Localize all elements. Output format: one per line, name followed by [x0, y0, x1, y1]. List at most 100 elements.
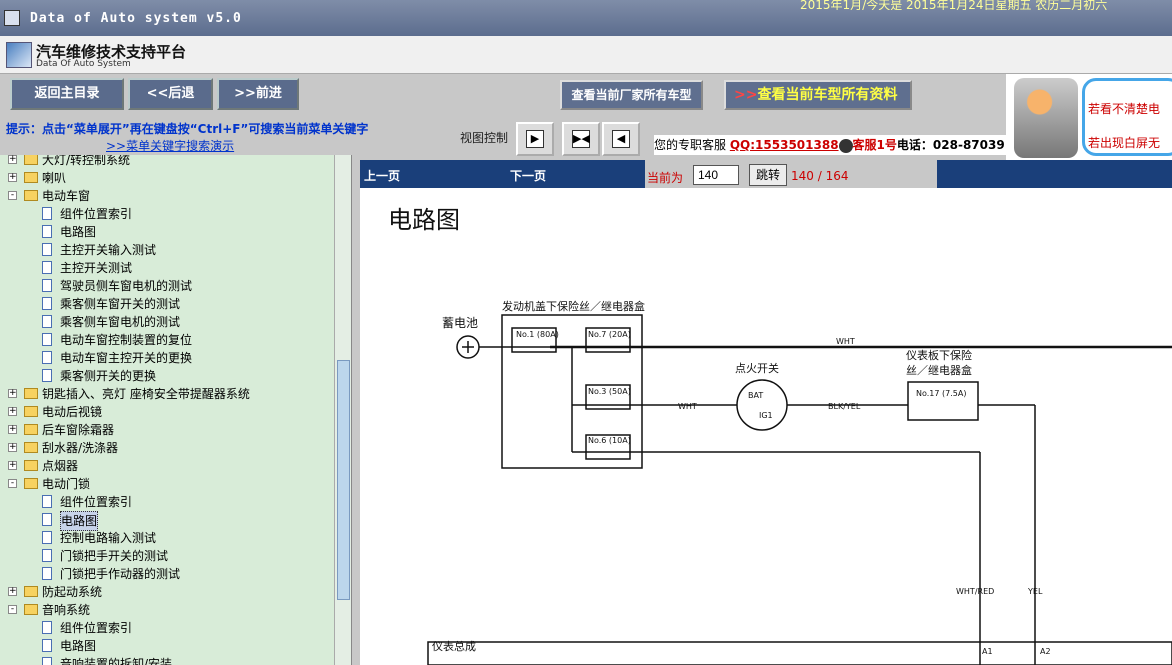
expand-icon[interactable]: + [8, 425, 17, 434]
instrument-cluster-outline [427, 641, 1172, 665]
tree-label: 电动门锁 [42, 477, 91, 491]
scroll-thumb[interactable] [337, 360, 350, 600]
page-icon [42, 225, 52, 238]
phone-label: 电话： [896, 138, 933, 152]
expand-icon[interactable]: + [8, 587, 17, 596]
tree-label: 电动车窗控制装置的复位 [60, 333, 193, 347]
fuse17-label: No.17 (7.5A) [916, 389, 966, 398]
page-icon [42, 297, 52, 310]
wire-wht-1: WHT [836, 337, 855, 346]
folder-icon [24, 406, 38, 417]
page-icon [42, 639, 52, 652]
service-prefix: 您的专职客服 [654, 138, 727, 152]
mascot-line-1: 若看不清楚电 [1088, 102, 1161, 116]
ig1-terminal: IG1 [759, 411, 773, 420]
tree-label: 大灯/转控制系统 [42, 155, 131, 167]
expand-icon[interactable]: + [8, 407, 17, 416]
dash-fuse-label-2: 丝／继电器盒 [906, 363, 972, 377]
folder-icon [24, 190, 38, 201]
view-expand-right-button[interactable]: ▶ [516, 122, 554, 156]
date-marquee: 2015年1月/今天是 2015年1月24日星期五 农历二月初六 [800, 0, 1108, 10]
page-icon [42, 495, 52, 508]
forward-button[interactable]: >>前进 [217, 78, 299, 110]
expand-icon[interactable]: + [8, 173, 17, 182]
page-icon [42, 333, 52, 346]
back-button[interactable]: <<后退 [128, 78, 213, 110]
page-icon [42, 207, 52, 220]
page-icon [42, 243, 52, 256]
ignition-label: 点火开关 [735, 361, 779, 375]
window-title: Data of Auto system v5.0 [30, 11, 242, 26]
instrument-label: 仪表总成 [432, 639, 476, 653]
collapse-icon[interactable]: - [8, 605, 17, 614]
wire-blk-yel: BLK/YEL [828, 402, 861, 411]
tree-label: 组件位置索引 [60, 207, 133, 221]
view-split-button[interactable]: ▶◀ [562, 122, 600, 156]
logo-icon [6, 42, 32, 68]
tree-label: 驾驶员侧车窗电机的测试 [60, 279, 193, 293]
collapse-icon[interactable]: - [8, 479, 17, 488]
pin-a1: A1 [982, 647, 993, 656]
page-icon [42, 621, 52, 634]
all-data-button[interactable]: >>查看当前车型所有资料 [724, 80, 912, 110]
home-button[interactable]: 返回主目录 [10, 78, 124, 110]
page-icon [42, 549, 52, 562]
page-icon [42, 369, 52, 382]
fuse1-label: No.1 (80A) [516, 330, 559, 339]
tree-label: 电动车窗主控开关的更换 [60, 351, 193, 365]
app-icon [4, 10, 20, 26]
page-icon [42, 315, 52, 328]
view-expand-left-button[interactable]: ◀ [602, 122, 640, 156]
fuse7-label: No.7 (20A) [588, 330, 631, 339]
qq-link[interactable]: QQ:1553501388 [730, 138, 839, 152]
tree-label: 乘客侧车窗开关的测试 [60, 297, 181, 311]
brand-header: 汽车维修技术支持平台 Data Of Auto System [0, 36, 1172, 74]
tree-label: 主控开关输入测试 [60, 243, 157, 257]
tree-label: 乘客侧开关的更换 [60, 369, 157, 383]
all-data-label: 查看当前车型所有资料 [757, 87, 898, 103]
mascot-line-2: 若出现白屏无 [1088, 136, 1161, 150]
customer-service-bar: 您的专职客服 QQ:1553501388 客服1号电话：028-87039 [654, 135, 1006, 155]
tree-label: 组件位置索引 [60, 495, 133, 509]
tree-label: 电路图 [60, 511, 99, 531]
search-demo-link[interactable]: >>菜单关键字搜索演示 [106, 137, 234, 154]
fusebox-label: 发动机盖下保险丝／继电器盒 [502, 299, 645, 313]
double-chevron-icon: >> [734, 87, 758, 103]
mascot-panel: 若看不清楚电 若出现白屏无 [1006, 74, 1172, 160]
expand-icon[interactable]: + [8, 443, 17, 452]
service-agent-link[interactable]: 客服1号 [853, 138, 897, 152]
page-icon [42, 531, 52, 544]
folder-icon [24, 460, 38, 471]
wire-wht-red: WHT/RED [956, 587, 994, 596]
folder-icon [24, 155, 38, 165]
arrow-left-icon: ◀ [612, 130, 630, 148]
tree-label: 音响装置的拆卸/安装 [60, 657, 173, 665]
menu-tree: + 大灯/转控制系统 + 喇叭 - 电动车窗 组件位置索引 电路图 主控开关输入测试 主控开关测试… [0, 155, 352, 665]
pin-a2: A2 [1040, 647, 1051, 656]
view-control-label: 视图控制 [460, 131, 509, 145]
tree-label: 电动后视镜 [42, 405, 103, 419]
dash-fuse-label-1: 仪表板下保险 [906, 348, 972, 362]
folder-icon [24, 388, 38, 399]
mascot-robot-icon [1014, 78, 1078, 158]
folder-icon [24, 604, 38, 615]
tree-scrollbar[interactable] [334, 155, 351, 665]
tree-label: 音响系统 [42, 603, 91, 617]
tree-label: 防起动系统 [42, 585, 103, 599]
battery-label: 蓄电池 [442, 316, 478, 330]
tree-label: 组件位置索引 [60, 621, 133, 635]
fuse3-label: No.3 (50A) [588, 387, 631, 396]
tree-label: 乘客侧车窗电机的测试 [60, 315, 181, 329]
search-hint: 提示：点击“菜单展开”再在键盘按“Ctrl+F”可搜索当前菜单关键字 [6, 122, 369, 136]
all-models-button[interactable]: 查看当前厂家所有车型 [560, 80, 703, 110]
tree-label: 钥匙插入、亮灯 座椅安全带提醒器系统 [42, 387, 250, 401]
wire-yel: YEL [1027, 587, 1043, 596]
expand-icon[interactable]: + [8, 389, 17, 398]
collapse-icon[interactable]: - [8, 191, 17, 200]
folder-icon [24, 442, 38, 453]
brand-subtitle: Data Of Auto System [36, 59, 131, 69]
expand-icon[interactable]: + [8, 461, 17, 470]
bat-terminal: BAT [748, 391, 763, 400]
expand-icon[interactable]: + [8, 155, 17, 164]
wire-wht-2: WHT [678, 402, 697, 411]
